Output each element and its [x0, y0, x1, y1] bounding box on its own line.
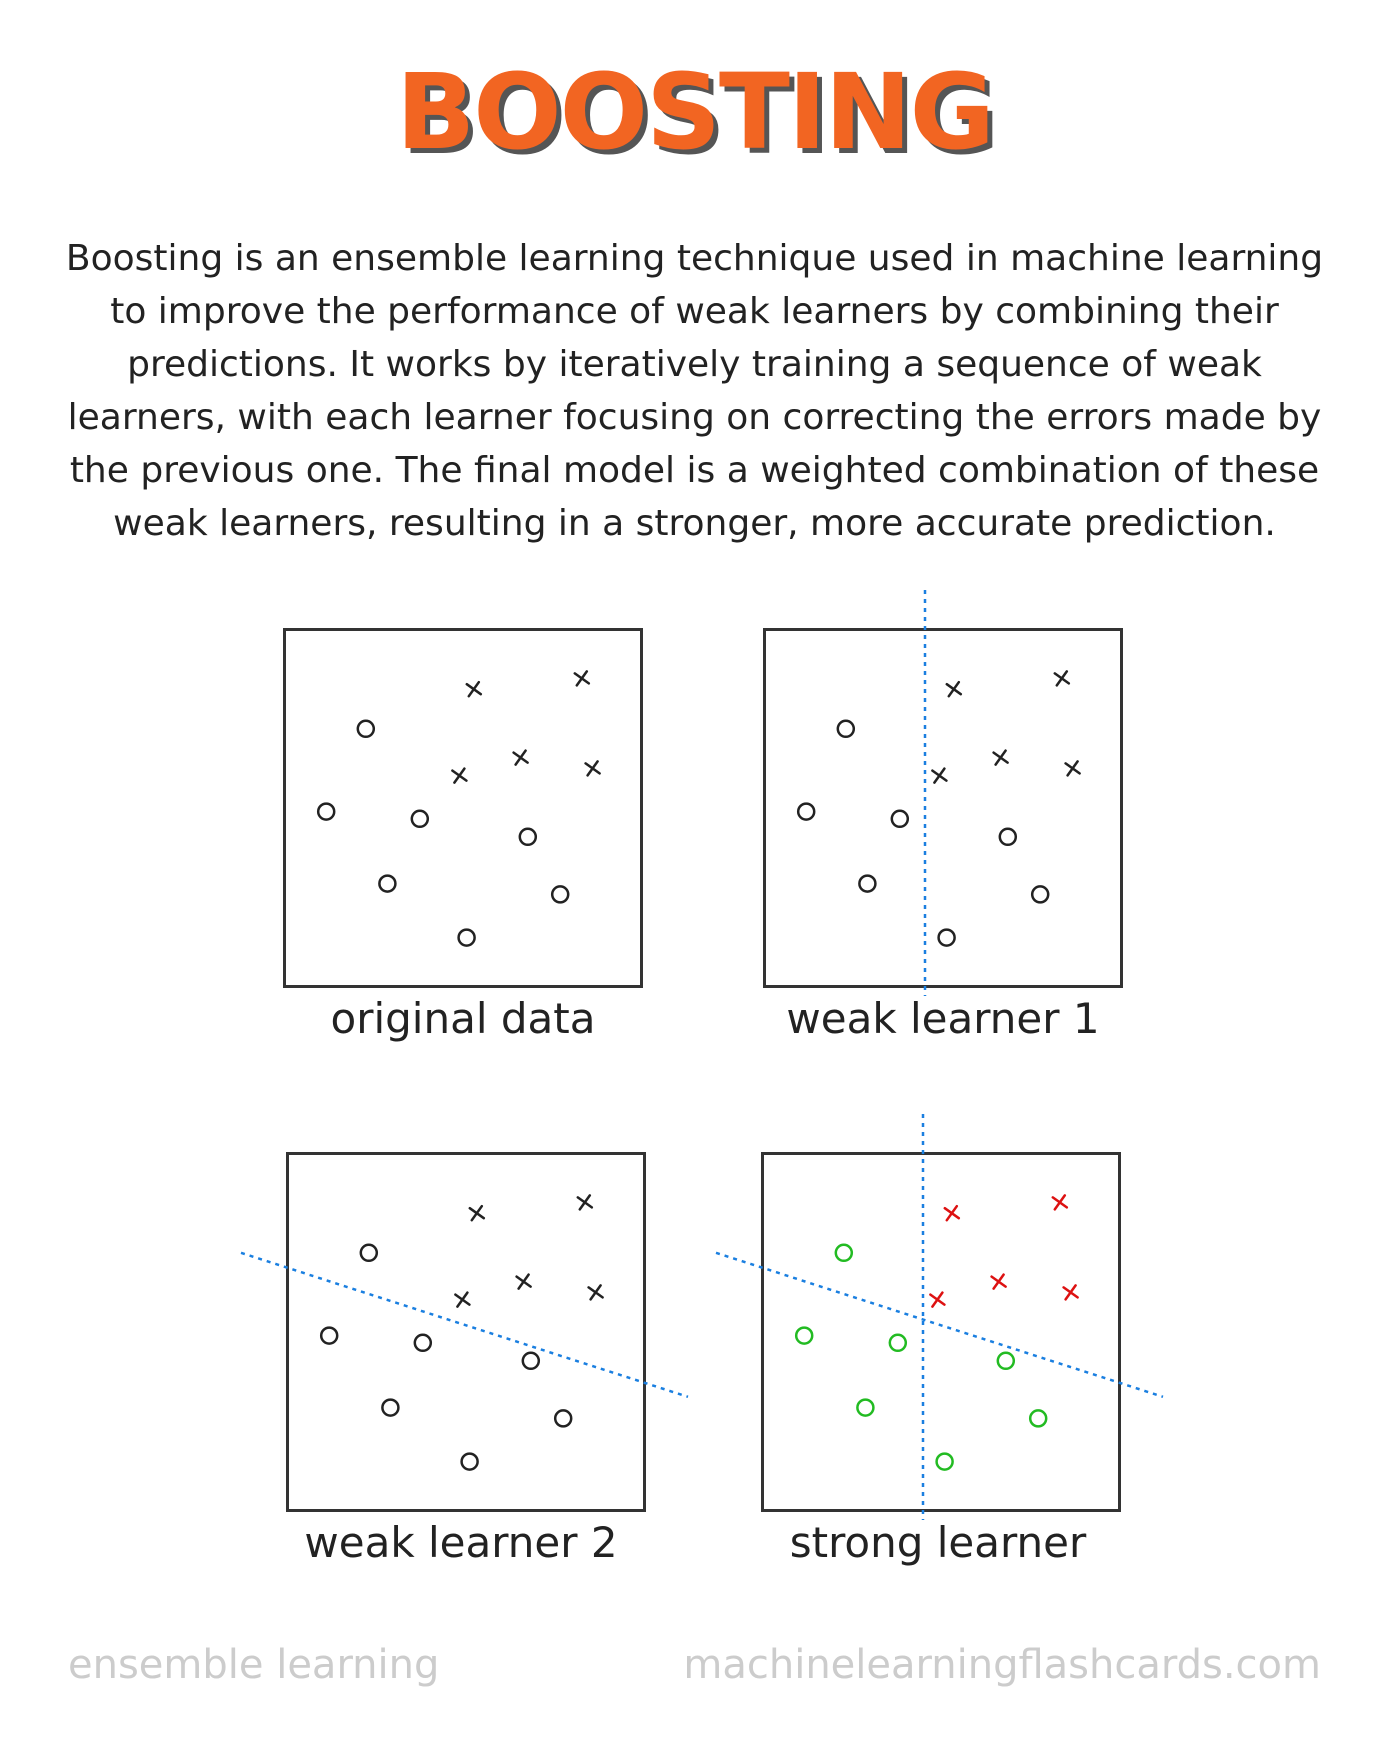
cross-stroke — [931, 1291, 944, 1308]
circle-point — [794, 1326, 814, 1345]
circle-point — [858, 874, 877, 893]
panel-strong-learner-plot — [715, 1114, 1164, 1520]
cross-point — [454, 1291, 471, 1308]
cross-point — [929, 1291, 946, 1308]
circle-point — [836, 719, 856, 739]
caption-weak-learner-1: weak learner 1 — [786, 994, 1100, 1043]
cross-stroke — [575, 670, 589, 687]
cross-point — [945, 680, 963, 698]
circle-point — [521, 1351, 541, 1371]
cross-stroke — [994, 749, 1007, 766]
cross-point — [587, 1284, 604, 1301]
diagonal-split-line — [715, 1251, 1164, 1398]
caption-weak-learner-2: weak learner 2 — [304, 1518, 618, 1567]
cross-stroke — [470, 1204, 484, 1222]
circle-point — [888, 1333, 908, 1353]
cross-point — [1064, 760, 1081, 777]
cross-stroke — [945, 1204, 959, 1222]
circle-point — [1028, 1409, 1048, 1428]
cross-stroke — [453, 767, 466, 784]
cross-point — [451, 767, 468, 784]
cross-point — [943, 1204, 961, 1222]
circle-point — [410, 809, 430, 829]
cross-point — [1062, 1284, 1079, 1301]
cross-stroke — [586, 760, 599, 777]
cross-stroke — [992, 1273, 1005, 1290]
cross-stroke — [456, 1291, 469, 1308]
circle-point — [457, 928, 476, 947]
cross-stroke — [467, 680, 481, 698]
cross-point — [465, 680, 483, 698]
cross-stroke — [1066, 760, 1079, 777]
circle-point — [359, 1243, 379, 1263]
circle-point — [935, 1452, 954, 1471]
circle-point — [378, 874, 397, 893]
circle-point — [796, 802, 816, 821]
circle-point — [550, 885, 570, 904]
footer-topic: ensemble learning — [68, 1642, 440, 1688]
circle-point — [356, 719, 376, 739]
cross-stroke — [589, 1284, 602, 1301]
cross-stroke — [517, 1273, 530, 1290]
circle-point — [413, 1333, 433, 1353]
caption-strong-learner: strong learner — [789, 1518, 1087, 1567]
cross-point — [573, 670, 591, 687]
page-title: BOOSTING — [395, 51, 995, 173]
cross-stroke — [947, 680, 961, 698]
circle-point — [834, 1243, 854, 1263]
cross-stroke — [933, 767, 946, 784]
cross-stroke — [1064, 1284, 1077, 1301]
circle-point — [890, 809, 910, 829]
panel-weak-learner-2-plot — [240, 1152, 689, 1512]
cross-point — [512, 749, 529, 766]
panel-weak-learner-1-plot — [763, 590, 1123, 996]
cross-stroke — [578, 1194, 592, 1211]
cross-point — [990, 1273, 1007, 1290]
circle-point — [319, 1326, 339, 1345]
circle-point — [996, 1351, 1016, 1371]
cross-stroke — [1053, 1194, 1067, 1211]
cross-stroke — [514, 749, 527, 766]
cross-point — [1051, 1194, 1069, 1211]
cross-point — [576, 1194, 594, 1211]
cross-point — [992, 749, 1009, 766]
cross-point — [515, 1273, 532, 1290]
circle-point — [856, 1398, 875, 1417]
circle-point — [1030, 885, 1050, 904]
cross-stroke — [1055, 670, 1069, 687]
circle-point — [937, 928, 956, 947]
cross-point — [468, 1204, 486, 1222]
cross-point — [931, 767, 948, 784]
footer-site: machinelearningflashcards.com — [683, 1642, 1321, 1688]
circle-point — [381, 1398, 400, 1417]
diagonal-split-line — [240, 1251, 689, 1398]
panel-original-data-plot — [283, 628, 643, 988]
circle-point — [316, 802, 336, 821]
circle-point — [553, 1409, 573, 1428]
description-paragraph: Boosting is an ensemble learning techniq… — [65, 238, 1324, 544]
circle-point — [998, 827, 1018, 847]
cross-point — [1053, 670, 1071, 687]
caption-original-data: original data — [330, 994, 596, 1043]
cross-point — [584, 760, 601, 777]
circle-point — [518, 827, 538, 847]
circle-point — [460, 1452, 479, 1471]
